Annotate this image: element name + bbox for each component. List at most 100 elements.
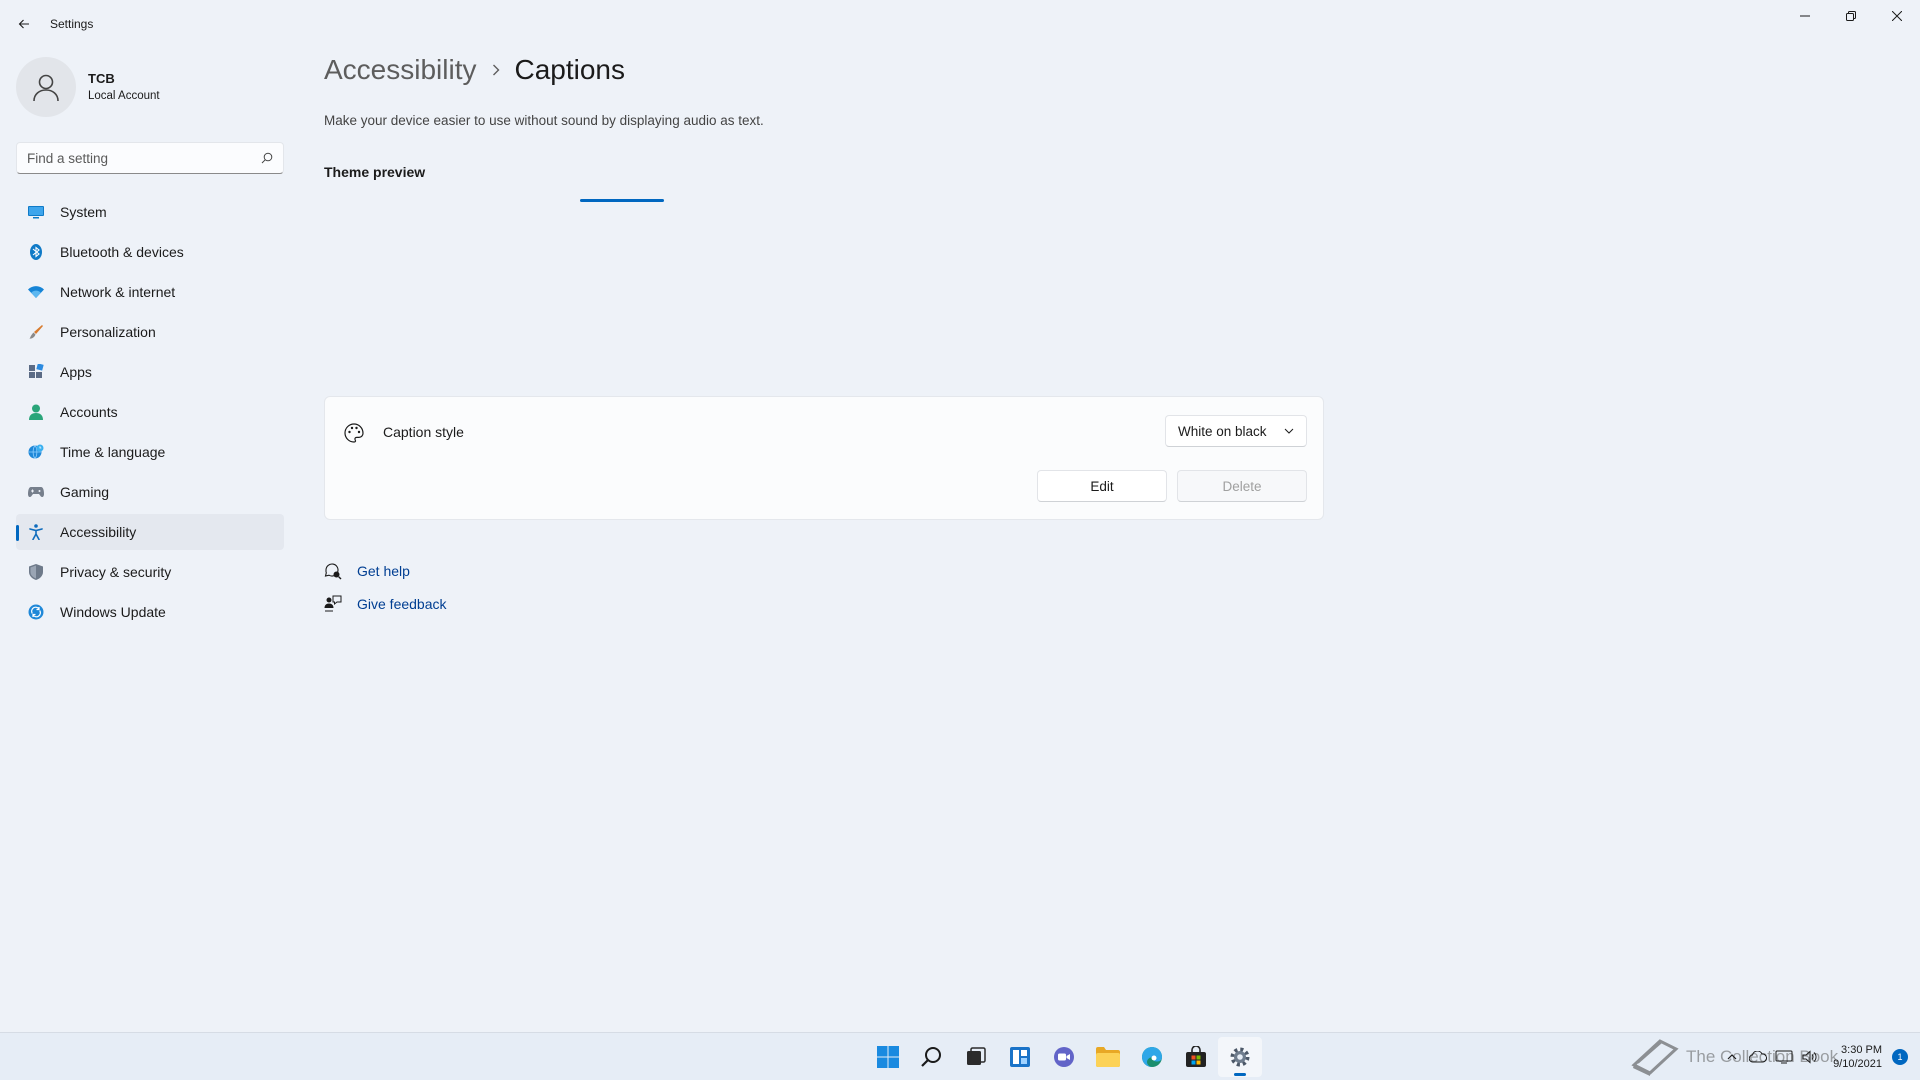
sidebar-item-privacy-security[interactable]: Privacy & security xyxy=(16,554,284,590)
sidebar-item-system[interactable]: System xyxy=(16,194,284,230)
clock-time: 3:30 PM xyxy=(1841,1044,1882,1056)
help-icon xyxy=(324,562,342,580)
notification-badge[interactable]: 1 xyxy=(1892,1049,1908,1065)
edit-button[interactable]: Edit xyxy=(1037,470,1167,502)
tray-overflow-button[interactable] xyxy=(1721,1046,1743,1068)
system-icon xyxy=(28,204,44,220)
taskbar-search-button[interactable] xyxy=(910,1037,954,1077)
search-box[interactable] xyxy=(16,142,284,174)
sidebar-item-label: Time & language xyxy=(60,444,166,460)
sidebar-item-personalization[interactable]: Personalization xyxy=(16,314,284,350)
chevron-up-icon xyxy=(1727,1054,1737,1060)
page-title: Captions xyxy=(514,54,625,85)
caption-style-dropdown[interactable]: White on black xyxy=(1165,415,1307,447)
sidebar-item-apps[interactable]: Apps xyxy=(16,354,284,390)
profile-name: TCB xyxy=(88,71,115,86)
breadcrumb: Accessibility Captions xyxy=(324,54,625,86)
wifi-icon xyxy=(28,284,44,300)
get-help-link[interactable]: Get help xyxy=(324,554,447,587)
taskbar-store-button[interactable] xyxy=(1174,1037,1218,1077)
edge-icon xyxy=(1142,1047,1162,1067)
title-bar: Settings xyxy=(0,0,1920,48)
tray-onedrive-button[interactable] xyxy=(1747,1046,1769,1068)
sidebar-item-label: Accounts xyxy=(60,404,118,420)
section-title: Theme preview xyxy=(324,164,426,180)
window-controls xyxy=(1782,0,1920,32)
shield-icon xyxy=(28,564,44,580)
chevron-down-icon xyxy=(1284,428,1294,434)
taskbar-start-button[interactable] xyxy=(866,1037,910,1077)
get-help-label[interactable]: Get help xyxy=(357,563,410,579)
widgets-icon xyxy=(1010,1047,1030,1067)
preview-loading-indicator xyxy=(580,199,664,202)
give-feedback-label[interactable]: Give feedback xyxy=(357,596,447,612)
profile-account-type: Local Account xyxy=(88,90,160,102)
close-button[interactable] xyxy=(1874,0,1920,32)
taskbar-widgets-button[interactable] xyxy=(998,1037,1042,1077)
taskbar-apps xyxy=(866,1033,1262,1080)
sidebar-item-time-language[interactable]: Time & language xyxy=(16,434,284,470)
taskbar-task-view-button[interactable] xyxy=(954,1037,998,1077)
bluetooth-icon xyxy=(28,244,44,260)
restore-icon xyxy=(1846,11,1856,21)
sidebar-item-network[interactable]: Network & internet xyxy=(16,274,284,310)
caption-style-selected: White on black xyxy=(1178,423,1267,439)
caption-style-label: Caption style xyxy=(383,424,464,440)
globe-clock-icon xyxy=(28,444,44,460)
user-profile[interactable]: TCB Local Account xyxy=(16,57,160,117)
network-icon xyxy=(1775,1050,1793,1064)
person-icon xyxy=(33,74,59,102)
feedback-icon xyxy=(324,595,342,613)
taskbar-edge-button[interactable] xyxy=(1130,1037,1174,1077)
give-feedback-link[interactable]: Give feedback xyxy=(324,587,447,620)
sidebar-item-label: Apps xyxy=(60,364,92,380)
store-icon xyxy=(1186,1046,1206,1067)
sidebar-item-label: Privacy & security xyxy=(60,564,172,580)
search-input[interactable] xyxy=(27,150,247,166)
chevron-right-icon xyxy=(492,64,500,76)
page-description: Make your device easier to use without s… xyxy=(324,113,764,128)
sidebar-item-label: Gaming xyxy=(60,484,110,500)
sidebar-item-accounts[interactable]: Accounts xyxy=(16,394,284,430)
start-icon xyxy=(877,1046,899,1068)
search-icon xyxy=(921,1047,941,1067)
nav-list: System Bluetooth & devices Network & int… xyxy=(16,194,284,634)
sidebar-item-bluetooth[interactable]: Bluetooth & devices xyxy=(16,234,284,270)
avatar xyxy=(16,57,76,117)
tray-network-button[interactable] xyxy=(1773,1046,1795,1068)
sidebar-item-windows-update[interactable]: Windows Update xyxy=(16,594,284,630)
volume-icon xyxy=(1802,1050,1817,1064)
settings-icon xyxy=(1230,1047,1250,1067)
book-icon xyxy=(1631,1039,1679,1076)
sidebar-item-label: Bluetooth & devices xyxy=(60,244,184,260)
caption-style-icon xyxy=(344,423,364,443)
taskbar-settings-button[interactable] xyxy=(1218,1037,1262,1077)
sidebar-item-label: Personalization xyxy=(60,324,156,340)
taskbar-chat-button[interactable] xyxy=(1042,1037,1086,1077)
apps-icon xyxy=(28,364,44,380)
chat-icon xyxy=(1054,1047,1074,1067)
sidebar-item-accessibility[interactable]: Accessibility xyxy=(16,514,284,550)
sidebar-item-label: Accessibility xyxy=(60,524,137,540)
taskbar-clock[interactable]: 3:30 PM 9/10/2021 xyxy=(1833,1043,1882,1071)
delete-button[interactable]: Delete xyxy=(1177,470,1307,502)
close-icon xyxy=(1892,11,1902,21)
accounts-icon xyxy=(28,404,44,420)
sidebar-item-label: System xyxy=(60,204,107,220)
minimize-icon xyxy=(1800,15,1810,17)
sidebar: TCB Local Account System Bluetooth & dev… xyxy=(0,48,300,1028)
sidebar-item-gaming[interactable]: Gaming xyxy=(16,474,284,510)
back-button[interactable] xyxy=(12,12,36,36)
tray-volume-button[interactable] xyxy=(1799,1046,1821,1068)
minimize-button[interactable] xyxy=(1782,0,1828,32)
gamepad-icon xyxy=(28,484,44,500)
restore-button[interactable] xyxy=(1828,0,1874,32)
help-links: Get help Give feedback xyxy=(324,554,447,620)
taskbar-file-explorer-button[interactable] xyxy=(1086,1037,1130,1077)
brush-icon xyxy=(28,324,44,340)
sidebar-item-label: Network & internet xyxy=(60,284,176,300)
breadcrumb-parent[interactable]: Accessibility xyxy=(324,54,476,86)
taskbar: The Collection Book 3:30 PM 9/10/2021 1 xyxy=(0,1032,1920,1080)
sidebar-item-label: Windows Update xyxy=(60,604,166,620)
clock-date: 9/10/2021 xyxy=(1833,1058,1882,1070)
